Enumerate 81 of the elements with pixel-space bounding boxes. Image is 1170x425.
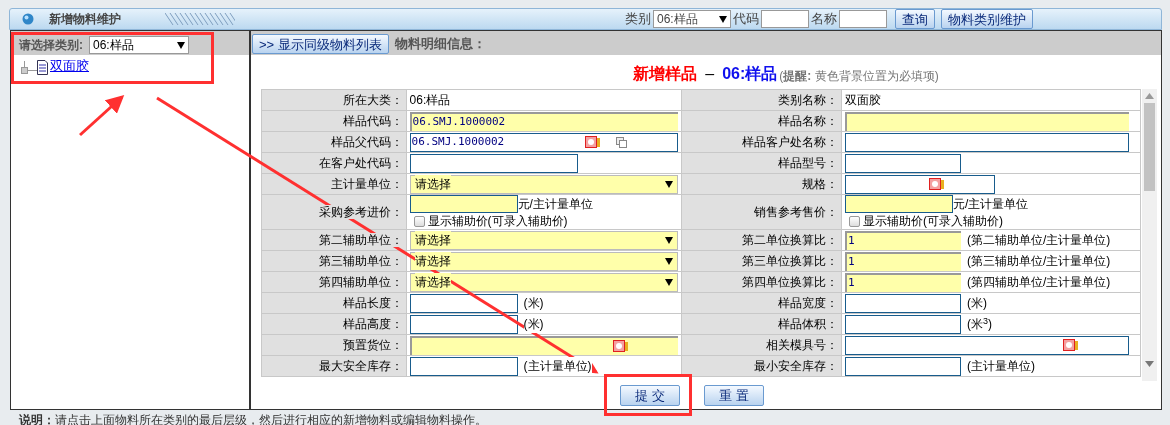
required-field[interactable]: 1 <box>845 272 961 292</box>
unit-text: (米) <box>967 294 987 312</box>
required-field[interactable]: 1 <box>845 251 961 271</box>
copy-icon[interactable] <box>615 136 627 148</box>
unit-text: (米) <box>523 294 544 312</box>
scroll-thumb[interactable] <box>1144 103 1155 191</box>
unit-text: (米) <box>523 315 544 333</box>
checkbox[interactable] <box>849 215 860 227</box>
input-field[interactable] <box>409 293 518 313</box>
checkbox[interactable] <box>413 215 425 227</box>
input-field[interactable] <box>845 132 1129 152</box>
required-field[interactable] <box>409 335 678 355</box>
category-name: 06:样品 <box>722 66 778 82</box>
unit-text: (主计量单位) <box>967 357 1035 375</box>
code-label: 代码 <box>733 10 759 29</box>
scroll-up-icon[interactable] <box>1145 93 1154 99</box>
picker-icon[interactable] <box>929 178 944 190</box>
required-field[interactable] <box>845 111 1129 131</box>
caret-icon <box>664 257 673 265</box>
tree-connector-icon <box>21 61 37 75</box>
checkbox-label: 显示辅助价(可录入辅助价) <box>427 213 568 230</box>
required-select[interactable]: 请选择 <box>409 272 678 292</box>
tree-item-link[interactable]: 双面胶 <box>50 55 89 75</box>
scroll-down-icon[interactable] <box>1145 361 1154 367</box>
heading-separator: – <box>705 66 715 82</box>
required-field[interactable] <box>409 195 518 213</box>
checkbox-label: 显示辅助价(可录入辅助价) <box>863 213 1003 230</box>
code-field[interactable] <box>761 10 809 28</box>
submit-button[interactable]: 提 交 <box>620 384 680 406</box>
caret-icon <box>719 15 727 23</box>
required-field[interactable]: 1 <box>845 230 961 250</box>
category-label: 类别 <box>625 10 651 29</box>
caret-icon <box>664 278 673 286</box>
scrollbar[interactable] <box>1142 89 1157 381</box>
input-field[interactable] <box>845 335 1129 355</box>
field-value: 06:样品 <box>409 93 451 107</box>
document-icon <box>37 60 48 75</box>
input-field[interactable] <box>845 293 961 313</box>
show-list-button[interactable]: >> 显示同级物料列表 <box>252 34 389 54</box>
category-select[interactable]: 06:样品 <box>89 36 189 54</box>
form-heading: 新增样品 <box>633 66 698 82</box>
input-field[interactable] <box>409 153 578 173</box>
reset-button[interactable]: 重 置 <box>704 384 764 406</box>
unit-text: (主计量单位) <box>523 357 592 375</box>
unit-text: 元/主计量单位 <box>953 196 1029 213</box>
name-label: 名称 <box>811 10 837 29</box>
annotation-arrow <box>79 95 125 137</box>
required-hint: (提醒: 黄色背景位置为必填项) <box>779 70 939 82</box>
globe-icon <box>22 13 34 25</box>
category-label: 请选择类别: <box>19 37 83 54</box>
input-field[interactable] <box>845 153 961 173</box>
field-value: 双面胶 <box>845 93 881 107</box>
category-select[interactable]: 06:样品 <box>653 10 731 28</box>
unit-text: (第四辅助单位/主计量单位) <box>967 273 1111 291</box>
unit-text: (米$^{3}$) <box>967 315 993 333</box>
required-select[interactable]: 请选择 <box>409 251 678 271</box>
required-field[interactable]: 06.SMJ.1000002 <box>409 111 678 131</box>
unit-text: (第三辅助单位/主计量单位) <box>967 252 1111 270</box>
section-title: 物料明细信息： <box>394 35 486 54</box>
input-field[interactable] <box>845 314 961 334</box>
search-button[interactable]: 查询 <box>895 9 935 29</box>
input-field[interactable] <box>409 356 518 376</box>
hatch-decoration <box>165 13 235 25</box>
unit-text: 元/主计量单位 <box>517 196 593 213</box>
window-title: 新增物料维护 <box>49 11 121 28</box>
required-field[interactable] <box>845 195 953 213</box>
input-field[interactable] <box>845 356 961 376</box>
caret-icon <box>664 180 673 188</box>
category-maintenance-button[interactable]: 物料类别维护 <box>941 9 1033 29</box>
input-field[interactable] <box>845 174 995 194</box>
caret-icon <box>177 41 185 49</box>
required-select[interactable]: 请选择 <box>409 174 678 194</box>
name-field[interactable] <box>839 10 887 28</box>
picker-icon[interactable] <box>1063 339 1078 351</box>
picker-icon[interactable] <box>612 340 628 352</box>
picker-icon[interactable] <box>584 136 600 148</box>
input-field[interactable] <box>409 314 518 334</box>
required-select[interactable]: 请选择 <box>409 230 678 250</box>
input-field[interactable]: 06.SMJ.1000002 <box>409 132 678 152</box>
caret-icon <box>664 236 673 244</box>
unit-text: (第二辅助单位/主计量单位) <box>967 231 1111 249</box>
